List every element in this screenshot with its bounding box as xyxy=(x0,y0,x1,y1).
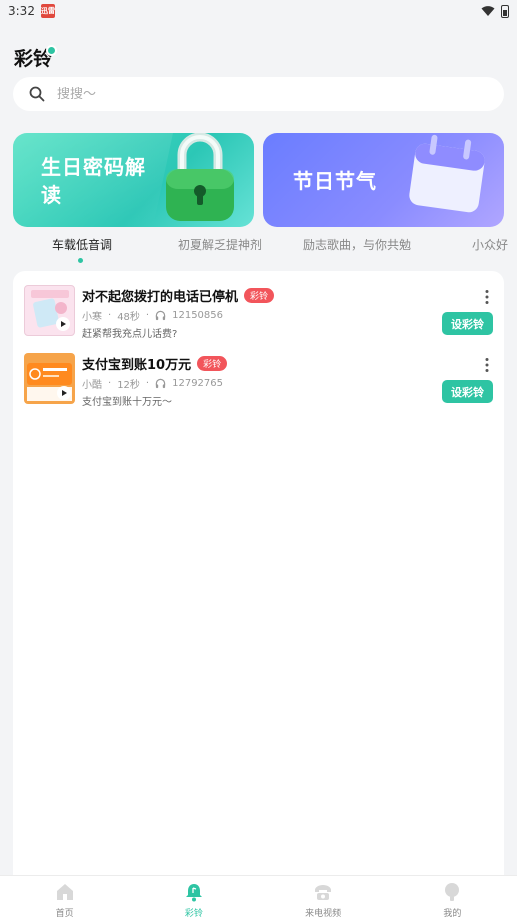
ringtone-duration: 12秒 xyxy=(117,380,140,391)
bell-icon xyxy=(185,884,202,902)
nav-label: 彩铃 xyxy=(184,909,203,919)
play-icon[interactable] xyxy=(57,386,71,400)
ringtone-desc: 支付宝到账十万元～ xyxy=(82,397,172,408)
bottom-nav: 首页 彩铃 来电视频 我的 xyxy=(0,875,517,919)
meta-separator: · xyxy=(108,310,112,321)
ringtone-plays: 12150856 xyxy=(172,310,224,321)
more-options-icon[interactable] xyxy=(484,357,490,373)
ringtone-duration: 48秒 xyxy=(117,312,140,323)
search-bar[interactable] xyxy=(13,77,504,111)
notification-app-icon: 迅雷 xyxy=(40,4,55,18)
tab-summer-refresh[interactable]: 初夏解乏提神剂 xyxy=(178,236,262,253)
banner-title: 节日节气 xyxy=(293,169,377,193)
ringtone-title: 支付宝到账10万元 彩铃 xyxy=(82,354,228,373)
wifi-icon xyxy=(481,6,495,16)
calendar-icon xyxy=(409,134,485,213)
ringtone-author: 小寒 xyxy=(82,312,102,323)
list-item[interactable]: 对不起您拨打的电话已停机 彩铃 小寒 · 48秒 · 12150856 赶紧帮我充… xyxy=(13,285,504,341)
ringtone-author: 小酷 xyxy=(82,380,102,391)
more-options-icon[interactable] xyxy=(484,289,490,305)
status-bar: 3:32 迅雷 xyxy=(0,0,517,22)
meta-separator: · xyxy=(145,310,150,321)
ringtone-title: 对不起您拨打的电话已停机 彩铃 xyxy=(82,286,275,305)
tab-active-indicator xyxy=(78,258,83,263)
ringtone-tag: 彩铃 xyxy=(244,288,275,303)
nav-item-ringtone[interactable]: 彩铃 xyxy=(129,876,258,919)
ringtone-cover[interactable] xyxy=(24,353,75,404)
tab-niche[interactable]: 小众好 xyxy=(472,236,508,253)
ringtone-list: 对不起您拨打的电话已停机 彩铃 小寒 · 48秒 · 12150856 赶紧帮我充… xyxy=(13,271,504,881)
nav-label: 来电视频 xyxy=(305,909,342,919)
nav-label: 首页 xyxy=(55,909,74,919)
status-indicators xyxy=(481,4,509,18)
nav-item-caller-video[interactable]: 来电视频 xyxy=(259,876,388,919)
set-ringtone-button[interactable]: 设彩铃 xyxy=(442,380,493,403)
ringtone-title-text: 支付宝到账10万元 xyxy=(82,358,192,373)
headphone-icon xyxy=(155,378,166,389)
meta-separator: · xyxy=(145,378,150,389)
ringtone-cover[interactable] xyxy=(24,285,75,336)
ringtone-meta: 小酷 · 12秒 · 12792765 xyxy=(82,376,223,391)
home-icon xyxy=(56,884,73,900)
status-time: 3:32 xyxy=(8,4,35,18)
nav-item-home[interactable]: 首页 xyxy=(0,876,129,919)
tab-car-bass[interactable]: 车载低音调 xyxy=(52,236,112,253)
ringtone-tag: 彩铃 xyxy=(197,356,228,371)
set-ringtone-button[interactable]: 设彩铃 xyxy=(442,312,493,335)
meta-separator: · xyxy=(108,378,112,389)
ringtone-desc: 赶紧帮我充点儿话费? xyxy=(82,329,178,340)
list-item[interactable]: 支付宝到账10万元 彩铃 小酷 · 12秒 · 12792765 支付宝到账十万元… xyxy=(13,353,504,409)
banner-birthday-code[interactable]: 生日密码解读 xyxy=(13,133,254,227)
search-icon xyxy=(29,86,45,102)
tab-motivational[interactable]: 励志歌曲，与你共勉 xyxy=(303,236,411,253)
phone-icon xyxy=(315,885,332,900)
banner-festival[interactable]: 节日节气 xyxy=(263,133,504,227)
ringtone-meta: 小寒 · 48秒 · 12150856 xyxy=(82,308,223,323)
banner-title: 生日密码解读 xyxy=(41,155,146,207)
play-icon[interactable] xyxy=(56,317,70,331)
nav-label: 我的 xyxy=(443,909,462,919)
nav-item-profile[interactable]: 我的 xyxy=(388,876,517,919)
profile-icon xyxy=(445,883,460,901)
ringtone-plays: 12792765 xyxy=(172,378,224,389)
lock-icon xyxy=(166,133,234,221)
title-badge-dot xyxy=(46,45,57,56)
ringtone-title-text: 对不起您拨打的电话已停机 xyxy=(82,290,239,305)
search-input[interactable] xyxy=(57,86,437,102)
headphone-icon xyxy=(155,310,166,321)
battery-icon xyxy=(501,4,509,18)
